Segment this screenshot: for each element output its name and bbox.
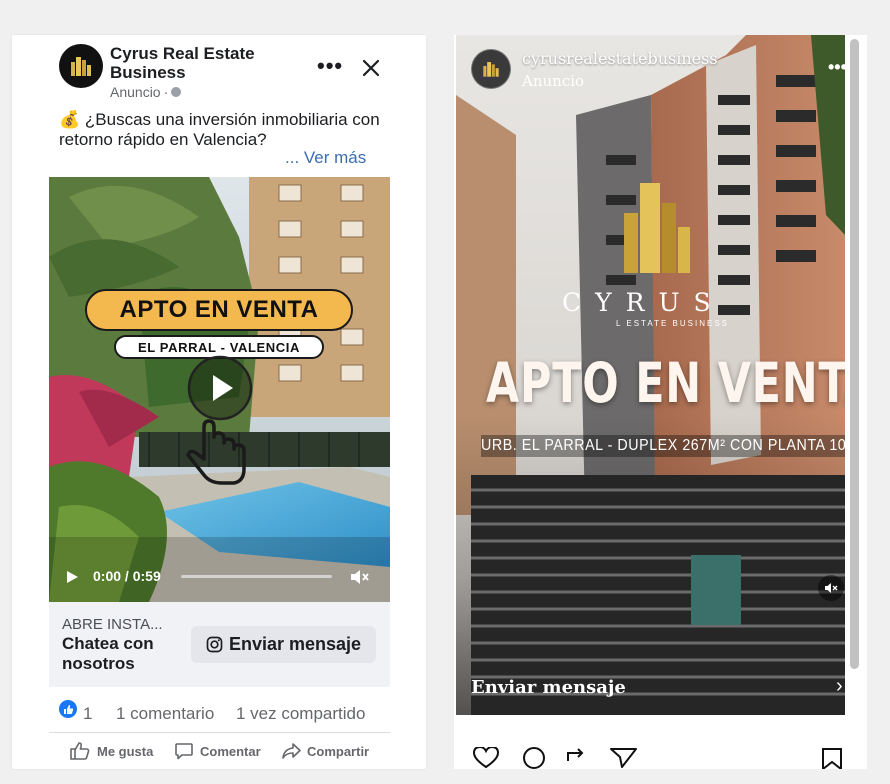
tap-hand-icon <box>186 419 246 485</box>
see-more-link[interactable]: ... Ver más <box>285 148 366 168</box>
chevron-right-icon: › <box>836 675 843 697</box>
post-text: 💰 ¿Buscas una inversión inmobiliaria con… <box>59 110 380 149</box>
send-message-label: Enviar mensaje <box>228 634 362 654</box>
share-icon <box>282 743 301 759</box>
send-icon[interactable] <box>610 748 637 768</box>
scrollbar[interactable] <box>850 39 859 669</box>
like-label: Me gusta <box>97 743 154 759</box>
instagram-action-row <box>472 747 842 769</box>
instagram-icon <box>206 636 223 653</box>
instagram-ad-card: cyrusrealestatebusiness Anuncio ••• CYRU… <box>454 35 867 769</box>
reactions-bar: 1 1 comentario 1 vez compartido <box>49 687 390 733</box>
page-name[interactable]: Cyrus Real Estate Business <box>110 44 300 82</box>
close-icon[interactable] <box>361 58 381 78</box>
instagram-avatar[interactable] <box>471 49 511 89</box>
instagram-sponsored-label: Anuncio <box>522 72 585 90</box>
speaker-muted-icon <box>825 583 838 593</box>
facebook-post: Cyrus Real Estate Business Anuncio · •••… <box>49 35 390 769</box>
brand-wordmark: CYRUS <box>562 288 725 317</box>
current-time: 0:00 <box>93 568 122 584</box>
cyrus-logo-icon <box>71 57 91 76</box>
cta-title: Chatea con nosotros <box>62 634 154 673</box>
mute-icon[interactable] <box>818 575 844 601</box>
video-headline-badge: APTO EN VENTA <box>85 289 353 331</box>
instagram-send-message-cta[interactable]: Enviar mensaje › <box>456 669 845 715</box>
brand-tagline: L ESTATE BUSINESS <box>616 319 729 328</box>
progress-bar[interactable] <box>181 575 332 578</box>
comment-icon <box>175 743 193 760</box>
like-button[interactable]: Me gusta <box>69 741 153 761</box>
cyrus-logo-icon <box>483 62 499 77</box>
share-button[interactable]: Compartir <box>281 741 369 761</box>
duration: 0:59 <box>132 568 161 584</box>
comment-button[interactable]: Comentar <box>174 741 261 761</box>
post-actions: Me gusta Comentar Compartir <box>49 733 390 769</box>
cta-bar: ABRE INSTA... Chatea con nosotros Enviar… <box>49 602 390 687</box>
reel-subheadline: URB. EL PARRAL - DUPLEX 267M² CON PLANTA… <box>481 435 845 457</box>
send-message-button[interactable]: Enviar mensaje <box>191 626 376 663</box>
cta-destination: ABRE INSTA... <box>62 616 163 633</box>
like-count[interactable]: 1 <box>83 704 92 724</box>
thumbs-up-icon <box>63 704 73 714</box>
repost-icon[interactable] <box>567 748 584 761</box>
cta-label: Enviar mensaje <box>471 677 626 698</box>
facebook-ad-card: Cyrus Real Estate Business Anuncio · •••… <box>12 35 426 769</box>
post-header: Cyrus Real Estate Business Anuncio · ••• <box>49 44 390 104</box>
comment-label: Comentar <box>200 743 261 759</box>
sponsored-line: Anuncio · <box>110 84 182 100</box>
reel-headline: APTO EN VENTA <box>486 351 845 415</box>
more-options-icon[interactable]: ••• <box>828 57 845 78</box>
sponsored-label: Anuncio <box>110 84 161 100</box>
share-label: Compartir <box>307 743 370 759</box>
mute-icon[interactable] <box>349 568 371 586</box>
instagram-reel-video[interactable]: cyrusrealestatebusiness Anuncio ••• CYRU… <box>456 35 845 715</box>
comment-count[interactable]: 1 comentario <box>116 704 214 724</box>
like-icon <box>70 742 90 760</box>
like-reaction-icon[interactable] <box>59 700 77 718</box>
heart-icon[interactable] <box>472 747 500 769</box>
instagram-username[interactable]: cyrusrealestatebusiness <box>522 49 718 68</box>
globe-icon <box>171 87 182 97</box>
play-icon[interactable] <box>65 570 79 584</box>
more-options-icon[interactable]: ••• <box>317 55 343 77</box>
video-time: 0:00 / 0:59 <box>93 568 161 584</box>
comment-icon[interactable] <box>523 747 545 769</box>
sponsored-dot: · <box>163 84 169 100</box>
post-video[interactable]: APTO EN VENTA EL PARRAL - VALENCIA 0:00 … <box>49 177 390 602</box>
page-avatar[interactable] <box>59 44 103 88</box>
time-separator: / <box>124 568 129 584</box>
share-count[interactable]: 1 vez compartido <box>236 704 365 724</box>
bookmark-icon[interactable] <box>822 748 842 769</box>
video-controls: 0:00 / 0:59 <box>49 560 390 596</box>
